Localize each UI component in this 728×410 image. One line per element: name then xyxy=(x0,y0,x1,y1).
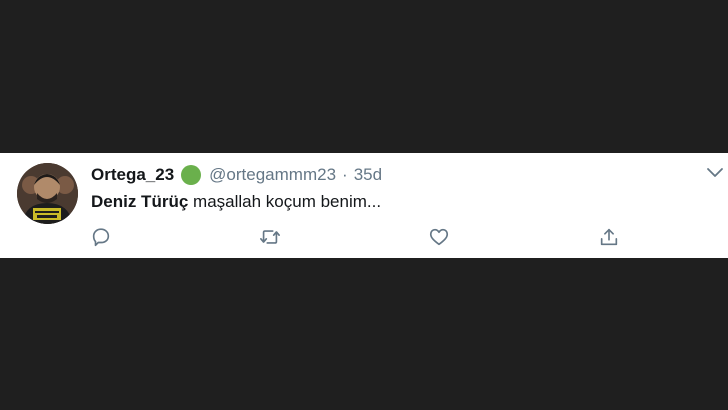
tweet-message: maşallah koçum benim... xyxy=(193,192,382,211)
avatar[interactable] xyxy=(17,163,78,224)
reply-icon xyxy=(92,228,110,247)
tweet-card[interactable]: Ortega_23 @ortegammm23 · 35d Deniz Türüç… xyxy=(0,153,728,258)
like-button[interactable] xyxy=(428,226,452,250)
separator: · xyxy=(342,165,348,184)
share-icon xyxy=(600,228,618,246)
mention-link[interactable]: Deniz Türüç xyxy=(91,192,188,211)
user-handle[interactable]: @ortegammm23 xyxy=(209,165,336,185)
retweet-icon xyxy=(260,230,280,244)
tweet-text: Deniz Türüç maşallah koçum benim... xyxy=(91,192,381,212)
heart-icon xyxy=(429,228,449,246)
chevron-down-icon[interactable] xyxy=(706,166,724,180)
avatar-image xyxy=(17,163,78,224)
share-button[interactable] xyxy=(598,226,622,250)
tweet-actions xyxy=(0,226,728,252)
reply-button[interactable] xyxy=(90,226,114,250)
status-dot-icon xyxy=(181,165,202,185)
retweet-button[interactable] xyxy=(259,226,283,250)
timestamp[interactable]: 35d xyxy=(354,165,382,185)
display-name[interactable]: Ortega_23 xyxy=(91,165,174,185)
tweet-header: Ortega_23 @ortegammm23 · 35d xyxy=(91,165,382,185)
